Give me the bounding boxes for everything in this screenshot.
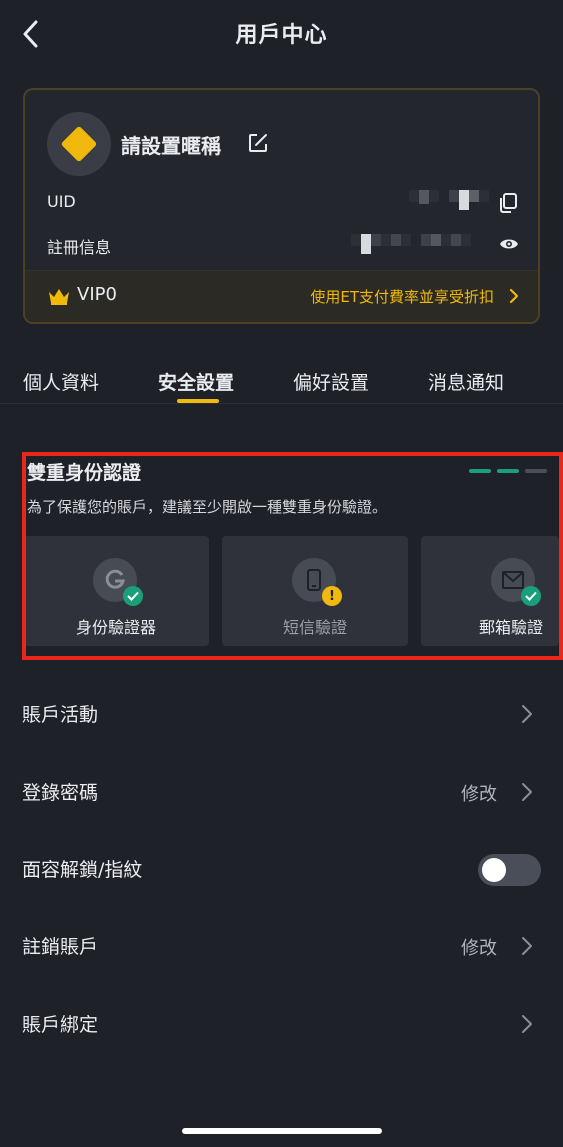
active-tab-indicator bbox=[177, 399, 219, 403]
method-email[interactable]: 郵箱驗證 bbox=[421, 536, 559, 646]
nickname[interactable]: 請設置暱稱 bbox=[121, 130, 221, 159]
check-badge-icon bbox=[123, 586, 143, 606]
menu-account-activity[interactable]: 賬戶活動 bbox=[0, 676, 563, 754]
strength-segment bbox=[469, 469, 491, 473]
crown-icon bbox=[49, 289, 69, 305]
modify-action[interactable]: 修改 bbox=[461, 934, 497, 960]
face-unlock-toggle[interactable] bbox=[478, 854, 541, 886]
menu-label: 賬戶綁定 bbox=[22, 1014, 99, 1036]
menu-label: 賬戶活動 bbox=[22, 704, 99, 726]
warning-badge-icon: ! bbox=[322, 586, 342, 606]
tab-preferences[interactable]: 偏好設置 bbox=[293, 368, 369, 395]
strength-segment bbox=[497, 469, 519, 473]
method-sms[interactable]: ! 短信驗證 bbox=[222, 536, 408, 646]
eye-icon[interactable] bbox=[499, 236, 519, 252]
tab-profile[interactable]: 個人資料 bbox=[23, 368, 99, 395]
logo-diamond-icon bbox=[60, 125, 98, 163]
two-factor-section: 雙重身份認證 為了保護您的賬戶，建議至少開啟一種雙重身份驗證。 身份驗證器 ! … bbox=[23, 452, 563, 658]
method-label: 短信驗證 bbox=[282, 618, 347, 637]
menu-login-password[interactable]: 登錄密碼 修改 bbox=[0, 754, 563, 832]
google-g-icon bbox=[93, 558, 143, 606]
chevron-right-icon bbox=[522, 937, 532, 955]
chevron-right-icon bbox=[522, 705, 532, 723]
two-factor-title: 雙重身份認證 bbox=[27, 462, 142, 484]
copy-icon[interactable] bbox=[499, 193, 517, 213]
page-title: 用戶中心 bbox=[235, 23, 328, 48]
check-badge-icon bbox=[521, 586, 541, 606]
phone-icon: ! bbox=[292, 558, 342, 606]
home-indicator[interactable] bbox=[182, 1128, 382, 1134]
uid-value-masked bbox=[409, 190, 489, 210]
vip-level: VIP0 bbox=[77, 284, 117, 305]
app-header: 用戶中心 bbox=[0, 0, 563, 68]
menu-face-unlock: 面容解鎖/指紋 bbox=[0, 831, 563, 909]
vip-promo-link[interactable]: 使用ET支付費率並享受折扣 bbox=[310, 286, 494, 307]
chevron-right-icon bbox=[509, 288, 519, 304]
register-info-label: 註冊信息 bbox=[47, 238, 112, 257]
uid-label: UID bbox=[47, 192, 76, 211]
security-strength-bar bbox=[469, 469, 547, 473]
avatar[interactable] bbox=[47, 112, 111, 176]
register-info-masked bbox=[351, 234, 471, 254]
strength-segment bbox=[525, 469, 547, 473]
menu-label: 面容解鎖/指紋 bbox=[22, 859, 143, 881]
profile-card: 請設置暱稱 UID 註冊信息 VIP0 使用ET支付費率並享受折扣 bbox=[23, 88, 540, 324]
mail-icon bbox=[491, 558, 541, 606]
settings-tabs: 個人資料 安全設置 偏好設置 消息通知 bbox=[0, 352, 563, 404]
two-factor-description: 為了保護您的賬戶，建議至少開啟一種雙重身份驗證。 bbox=[27, 498, 388, 516]
modify-action[interactable]: 修改 bbox=[461, 780, 497, 806]
method-label: 郵箱驗證 bbox=[479, 618, 544, 637]
tab-security[interactable]: 安全設置 bbox=[158, 368, 234, 395]
chevron-right-icon bbox=[522, 1015, 532, 1033]
method-label: 身份驗證器 bbox=[75, 618, 156, 637]
chevron-right-icon bbox=[522, 783, 532, 801]
menu-delete-account[interactable]: 註銷賬戶 修改 bbox=[0, 908, 563, 986]
menu-label: 註銷賬戶 bbox=[22, 936, 99, 958]
menu-label: 登錄密碼 bbox=[22, 782, 99, 804]
menu-account-binding[interactable]: 賬戶綁定 bbox=[0, 986, 563, 1064]
vip-bar[interactable]: VIP0 使用ET支付費率並享受折扣 bbox=[25, 270, 538, 322]
edit-icon[interactable] bbox=[247, 132, 269, 154]
tab-notifications[interactable]: 消息通知 bbox=[428, 368, 504, 395]
method-authenticator[interactable]: 身份驗證器 bbox=[23, 536, 209, 646]
toggle-knob bbox=[482, 858, 506, 882]
